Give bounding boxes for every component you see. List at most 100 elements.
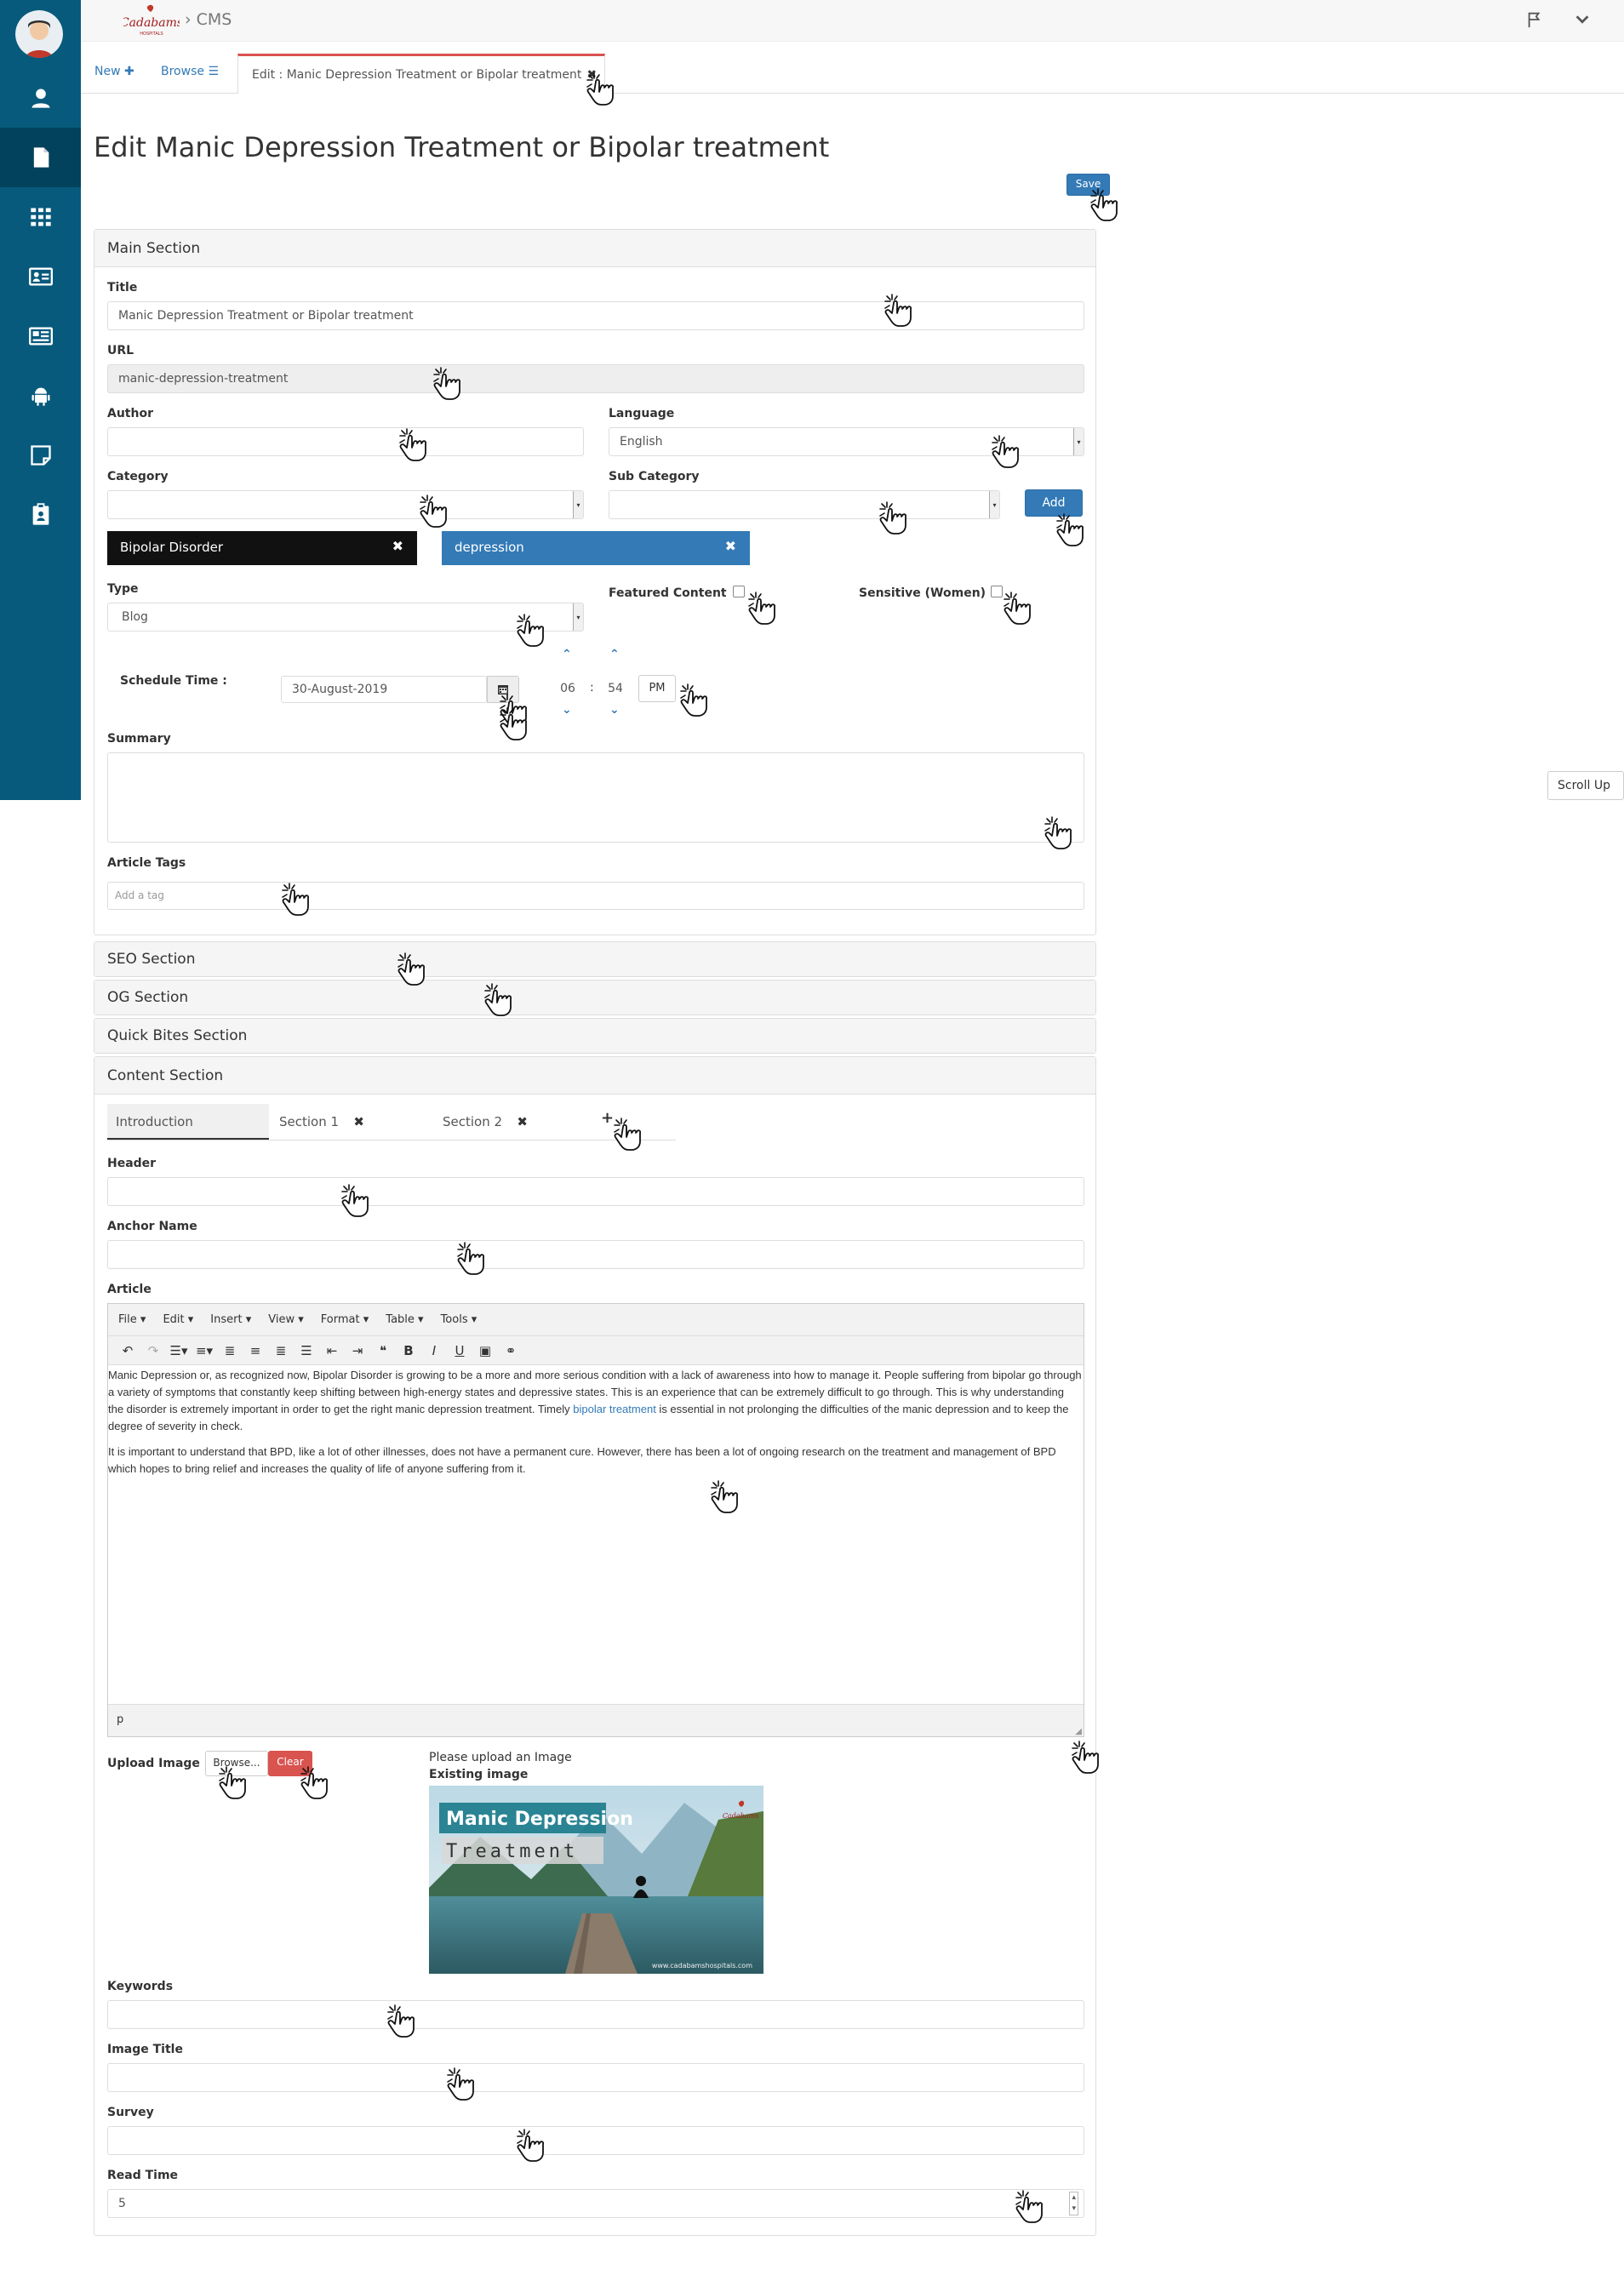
close-tab-icon[interactable]: ✖ <box>517 1114 528 1129</box>
sidebar-item-badges[interactable] <box>0 485 81 545</box>
browse-file-button[interactable]: Browse... <box>205 1751 268 1776</box>
og-section-heading[interactable]: OG Section <box>94 980 1095 1015</box>
bullet-list-icon[interactable]: ☰▾ <box>169 1343 188 1358</box>
content-tab-section-2[interactable]: Section 2 ✖ <box>434 1104 528 1140</box>
sidebar-item-pages[interactable] <box>0 128 81 187</box>
align-justify-icon[interactable]: ☰ <box>297 1343 316 1358</box>
numbered-list-icon[interactable]: ≡▾ <box>195 1343 214 1358</box>
schedule-date-input[interactable]: 30-August-2019 <box>281 676 487 703</box>
content-tab-section-1[interactable]: Section 1 ✖ <box>271 1104 364 1140</box>
calendar-icon <box>498 685 508 695</box>
tab-edit-active[interactable]: Edit : Manic Depression Treatment or Bip… <box>237 54 605 94</box>
clear-file-button[interactable]: Clear <box>268 1751 312 1776</box>
element-path[interactable]: p <box>117 1713 123 1726</box>
menu-tools[interactable]: Tools ▾ <box>441 1313 477 1326</box>
article-content[interactable]: Manic Depression or, as recognized now, … <box>108 1367 1082 1486</box>
resize-handle-icon[interactable]: ◢ <box>1075 1727 1082 1736</box>
sidebar-item-apps[interactable] <box>0 187 81 247</box>
category-select[interactable]: ▾ <box>107 490 584 519</box>
url-input[interactable]: manic-depression-treatment <box>107 364 1084 393</box>
align-right-icon[interactable]: ≣ <box>272 1343 290 1358</box>
sidebar-item-android[interactable] <box>0 366 81 426</box>
language-select[interactable]: English ▾ <box>609 427 1084 456</box>
type-select[interactable]: Blog ▾ <box>107 603 584 632</box>
bold-icon[interactable]: B <box>399 1343 418 1358</box>
svg-text:Cadabams: Cadabams <box>723 1812 758 1820</box>
article-tags-input[interactable]: Add a tag <box>107 882 1084 910</box>
underline-icon[interactable]: U <box>450 1343 469 1358</box>
minute-input[interactable]: 54 <box>597 676 634 703</box>
outdent-icon[interactable]: ⇤ <box>323 1343 341 1358</box>
align-center-icon[interactable]: ≡ <box>246 1343 265 1358</box>
italic-icon[interactable]: I <box>425 1343 443 1358</box>
user-avatar[interactable] <box>15 10 63 58</box>
title-input[interactable]: Manic Depression Treatment or Bipolar tr… <box>107 301 1084 330</box>
sidebar-item-contacts[interactable] <box>0 247 81 306</box>
tab-new[interactable]: New ✚ <box>94 65 134 78</box>
chevron-down-icon[interactable] <box>1573 10 1592 29</box>
minute-up-icon[interactable]: ⌃ <box>609 648 620 661</box>
header-input[interactable] <box>107 1177 1084 1206</box>
menu-insert[interactable]: Insert ▾ <box>210 1313 251 1326</box>
link-icon[interactable]: ⚭ <box>501 1343 520 1358</box>
save-button[interactable]: Save <box>1066 174 1110 196</box>
add-category-button[interactable]: Add <box>1025 489 1083 517</box>
indent-icon[interactable]: ⇥ <box>348 1343 367 1358</box>
menu-table[interactable]: Table ▾ <box>386 1313 423 1326</box>
seo-section-heading[interactable]: SEO Section <box>94 942 1095 976</box>
image-title-input[interactable] <box>107 2063 1084 2092</box>
remove-chip-icon[interactable]: ✖ <box>725 538 736 554</box>
main-section-panel: Main Section Title Manic Depression Trea… <box>94 229 1096 935</box>
undo-icon[interactable]: ↶ <box>118 1343 137 1358</box>
quick-bites-section-panel[interactable]: Quick Bites Section <box>94 1018 1096 1054</box>
quick-bites-section-heading[interactable]: Quick Bites Section <box>94 1019 1095 1053</box>
sidebar-item-users[interactable] <box>0 68 81 128</box>
menu-file[interactable]: File ▾ <box>118 1313 146 1326</box>
image-icon[interactable]: ▣ <box>476 1343 495 1358</box>
author-input[interactable] <box>107 427 584 456</box>
og-section-panel[interactable]: OG Section <box>94 980 1096 1015</box>
article-link[interactable]: bipolar treatment <box>573 1403 656 1415</box>
upload-hint: Please upload an Image <box>429 1751 572 1764</box>
menu-view[interactable]: View ▾ <box>268 1313 304 1326</box>
subcategory-select[interactable]: ▾ <box>609 490 1000 519</box>
add-tab-icon[interactable]: + <box>592 1104 622 1140</box>
menu-format[interactable]: Format ▾ <box>321 1313 369 1326</box>
calendar-button[interactable] <box>487 676 519 703</box>
close-tab-icon[interactable]: ✖ <box>353 1114 364 1129</box>
brand-logo[interactable]: Cadabams HOSPITALS <box>120 3 183 41</box>
number-spinner-icon[interactable]: ▴ ▾ <box>1069 2192 1078 2215</box>
breadcrumb[interactable]: › CMS <box>185 10 232 29</box>
seo-section-panel[interactable]: SEO Section <box>94 941 1096 977</box>
redo-icon[interactable]: ↷ <box>144 1343 163 1358</box>
sidebar-item-notes[interactable] <box>0 426 81 485</box>
close-tab-icon[interactable]: ✖ <box>586 68 597 82</box>
keywords-input[interactable] <box>107 2000 1084 2029</box>
hour-input[interactable]: 06 <box>549 676 586 703</box>
align-left-icon[interactable]: ≣ <box>220 1343 239 1358</box>
read-time-input[interactable]: 5 ▴ ▾ <box>107 2189 1084 2218</box>
ampm-toggle[interactable]: PM <box>638 675 676 702</box>
menu-edit[interactable]: Edit ▾ <box>163 1313 193 1326</box>
content-section-heading[interactable]: Content Section <box>94 1057 1095 1095</box>
user-icon <box>31 89 49 108</box>
content-tab-introduction[interactable]: Introduction <box>107 1104 269 1140</box>
flag-icon[interactable] <box>1525 10 1544 29</box>
page-title: Edit Manic Depression Treatment or Bipol… <box>94 131 830 163</box>
sidebar-item-news[interactable] <box>0 306 81 366</box>
scroll-up-button[interactable]: Scroll Up <box>1547 771 1624 800</box>
breadcrumb-cms[interactable]: CMS <box>197 10 232 29</box>
tab-browse[interactable]: Browse ☰ <box>161 65 219 78</box>
main-section-heading[interactable]: Main Section <box>94 230 1095 267</box>
hour-down-icon[interactable]: ⌄ <box>562 703 572 717</box>
minute-down-icon[interactable]: ⌄ <box>609 703 620 717</box>
sensitive-women-checkbox[interactable] <box>991 586 1003 597</box>
image-title-line-2: Treatment <box>446 1841 578 1862</box>
featured-content-checkbox[interactable] <box>733 586 745 597</box>
survey-input[interactable] <box>107 2126 1084 2155</box>
summary-textarea[interactable] <box>107 752 1084 843</box>
hour-up-icon[interactable]: ⌃ <box>562 648 572 661</box>
blockquote-icon[interactable]: ❝ <box>374 1343 392 1358</box>
remove-chip-icon[interactable]: ✖ <box>392 538 403 554</box>
anchor-name-input[interactable] <box>107 1240 1084 1269</box>
